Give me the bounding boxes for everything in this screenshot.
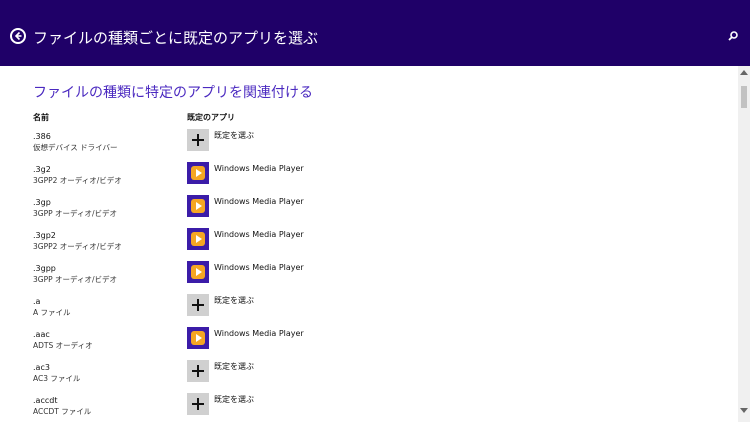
file-extension: .a — [33, 297, 41, 306]
file-association-list: ファイルの種類に特定のアプリを関連付ける 名前 既定のアプリ .386 仮想デバ… — [0, 66, 738, 422]
file-type-row: .3g2 3GPP2 オーディオ/ビデオ Windows Media Playe… — [0, 162, 738, 197]
play-icon — [191, 265, 205, 279]
file-type-description: AC3 ファイル — [33, 374, 81, 383]
file-type-row: .aac ADTS オーディオ Windows Media Player — [0, 327, 738, 362]
default-app-label[interactable]: 既定を選ぶ — [214, 394, 254, 405]
file-type-description: 仮想デバイス ドライバー — [33, 143, 118, 152]
file-extension: .accdt — [33, 396, 58, 405]
file-type-description: 3GPP2 オーディオ/ビデオ — [33, 242, 122, 251]
file-type-row: .ac3 AC3 ファイル 既定を選ぶ — [0, 360, 738, 395]
windows-media-player-icon[interactable] — [187, 195, 209, 217]
play-icon — [191, 232, 205, 246]
file-extension: .3gpp — [33, 264, 56, 273]
windows-media-player-icon[interactable] — [187, 162, 209, 184]
file-type-row: .a A ファイル 既定を選ぶ — [0, 294, 738, 329]
play-icon — [191, 199, 205, 213]
vertical-scrollbar[interactable] — [738, 66, 750, 422]
default-app-label[interactable]: Windows Media Player — [214, 262, 304, 273]
scroll-down-arrow-icon[interactable] — [740, 408, 748, 413]
file-extension: .386 — [33, 132, 51, 141]
windows-media-player-icon[interactable] — [187, 261, 209, 283]
page-title: ファイルの種類ごとに既定のアプリを選ぶ — [33, 29, 319, 47]
plus-icon[interactable] — [187, 360, 209, 382]
scroll-thumb[interactable] — [741, 86, 747, 108]
play-icon — [191, 331, 205, 345]
default-app-label[interactable]: 既定を選ぶ — [214, 295, 254, 306]
scroll-up-arrow-icon[interactable] — [740, 70, 748, 75]
file-extension: .3gp — [33, 198, 51, 207]
back-arrow-icon[interactable] — [10, 28, 26, 44]
file-extension: .3g2 — [33, 165, 51, 174]
file-extension: .3gp2 — [33, 231, 56, 240]
default-app-label[interactable]: Windows Media Player — [214, 229, 304, 240]
search-icon[interactable] — [726, 29, 740, 45]
section-title: ファイルの種類に特定のアプリを関連付ける — [33, 85, 313, 101]
column-header-default-app: 既定のアプリ — [187, 113, 235, 122]
column-header-name: 名前 — [33, 113, 49, 122]
file-type-description: 3GPP オーディオ/ビデオ — [33, 275, 118, 284]
windows-media-player-icon[interactable] — [187, 228, 209, 250]
plus-icon[interactable] — [187, 129, 209, 151]
default-app-label[interactable]: Windows Media Player — [214, 196, 304, 207]
file-type-row: .accdt ACCDT ファイル 既定を選ぶ — [0, 393, 738, 422]
file-type-description: 3GPP オーディオ/ビデオ — [33, 209, 118, 218]
default-app-label[interactable]: Windows Media Player — [214, 328, 304, 339]
file-extension: .ac3 — [33, 363, 50, 372]
plus-icon[interactable] — [187, 393, 209, 415]
file-type-row: .3gp 3GPP オーディオ/ビデオ Windows Media Player — [0, 195, 738, 230]
play-icon — [191, 166, 205, 180]
default-app-label[interactable]: 既定を選ぶ — [214, 361, 254, 372]
file-type-description: 3GPP2 オーディオ/ビデオ — [33, 176, 122, 185]
file-type-row: .3gp2 3GPP2 オーディオ/ビデオ Windows Media Play… — [0, 228, 738, 263]
file-type-description: ACCDT ファイル — [33, 407, 92, 416]
file-extension: .aac — [33, 330, 50, 339]
file-type-row: .386 仮想デバイス ドライバー 既定を選ぶ — [0, 129, 738, 164]
file-type-description: A ファイル — [33, 308, 71, 317]
file-type-description: ADTS オーディオ — [33, 341, 93, 350]
app-header: ファイルの種類ごとに既定のアプリを選ぶ — [0, 0, 750, 66]
windows-media-player-icon[interactable] — [187, 327, 209, 349]
default-app-label[interactable]: 既定を選ぶ — [214, 130, 254, 141]
default-app-label[interactable]: Windows Media Player — [214, 163, 304, 174]
plus-icon[interactable] — [187, 294, 209, 316]
file-type-row: .3gpp 3GPP オーディオ/ビデオ Windows Media Playe… — [0, 261, 738, 296]
